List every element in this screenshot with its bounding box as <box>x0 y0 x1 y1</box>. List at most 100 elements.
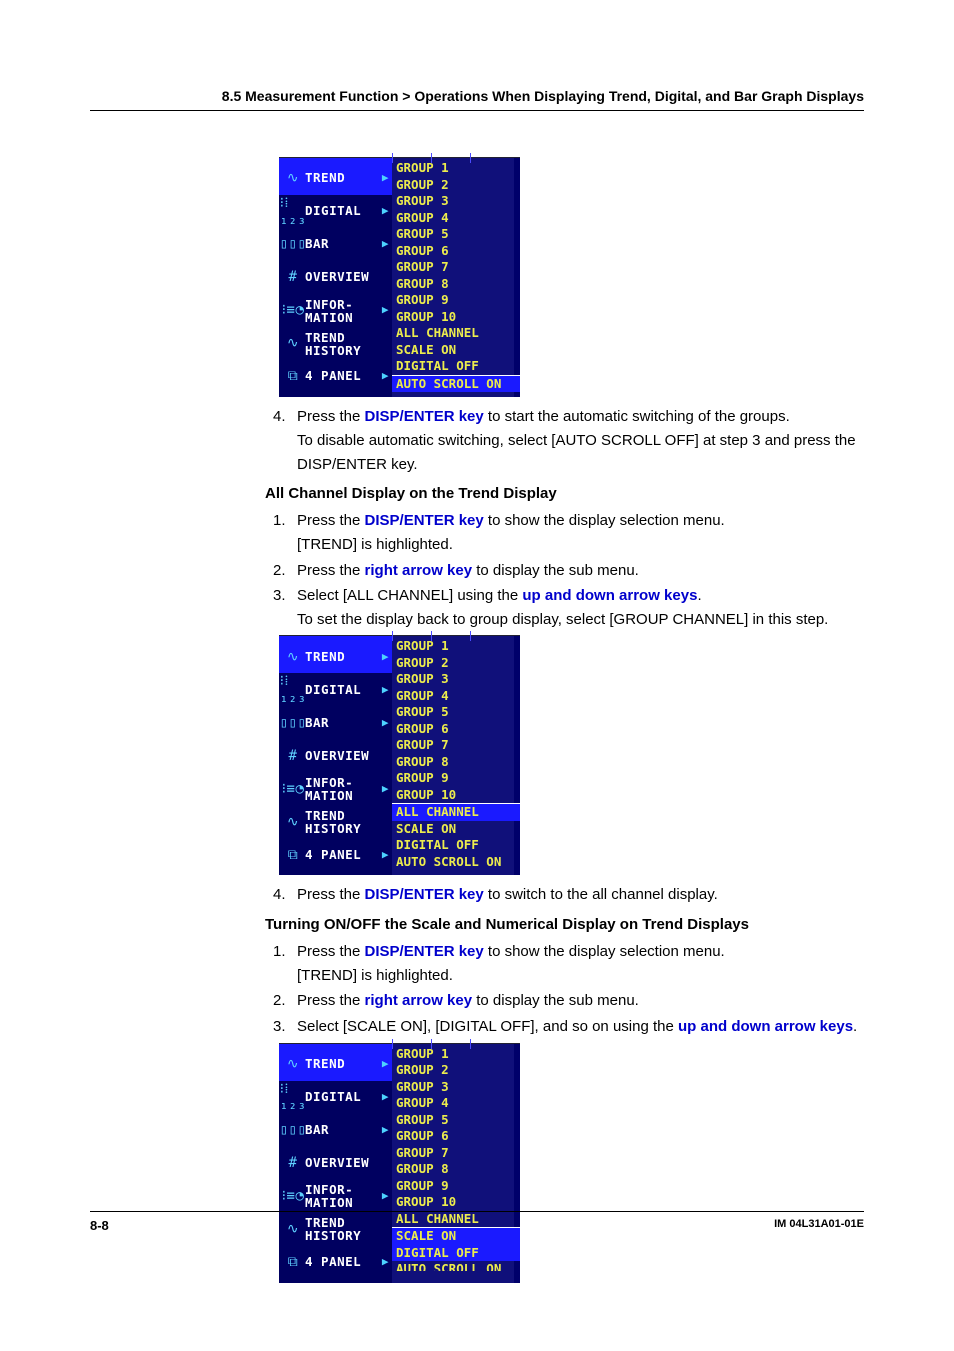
menu-right-item: GROUP 6 <box>396 243 516 260</box>
menu-left-label: 4 PANEL <box>305 847 382 864</box>
menu-screenshot-auto-scroll: ∿TREND▶⁝⁞₁₂₃DIGITAL▶▯▯▯BAR▶#OVERVIEW⁝≡◔I… <box>279 157 520 397</box>
menu-left-label: BAR <box>305 715 382 732</box>
step-4-auto-scroll: 4. Press the DISP/ENTER key to start the… <box>265 405 864 428</box>
menu-right-item: GROUP 2 <box>396 655 516 672</box>
menu-icon: ▯▯▯ <box>281 1122 305 1139</box>
menu-right-item: AUTO SCROLL ON <box>396 854 516 871</box>
menu-right-item: AUTO SCROLL ON <box>392 375 520 393</box>
menu-left-label: OVERVIEW <box>305 1155 392 1172</box>
menu-screenshot-all-channel: ∿TREND▶⁝⁞₁₂₃DIGITAL▶▯▯▯BAR▶#OVERVIEW⁝≡◔I… <box>279 635 520 875</box>
menu-left-label: OVERVIEW <box>305 269 392 286</box>
menu-right-item: DIGITAL OFF <box>396 358 516 375</box>
menu-left-item: ⁝≡◔INFOR-MATION▶ <box>281 294 392 327</box>
menu-right-item: GROUP 10 <box>396 787 516 804</box>
menu-right-item: GROUP 5 <box>396 1112 516 1129</box>
menu-icon: ∿ <box>281 649 305 666</box>
heading-all-channel: All Channel Display on the Trend Display <box>90 482 864 505</box>
menu-left-item: ⁝⁞₁₂₃DIGITAL▶ <box>281 1081 392 1114</box>
submenu-arrow-icon: ▶ <box>382 302 392 319</box>
menu-left-label: INFOR-MATION <box>305 776 382 802</box>
menu-right-item: ALL CHANNEL <box>392 803 520 821</box>
menu-icon: # <box>281 1155 305 1172</box>
submenu-arrow-icon: ▶ <box>382 781 392 798</box>
menu-right-item: GROUP 10 <box>396 309 516 326</box>
menu-left-label: TREND <box>305 170 382 187</box>
menu-icon: ⁝≡◔ <box>281 781 305 798</box>
submenu-arrow-icon: ▶ <box>382 1089 392 1106</box>
menu-right-item: GROUP 10 <box>396 1194 516 1211</box>
step-b3: 3. Select [SCALE ON], [DIGITAL OFF], and… <box>265 1015 864 1038</box>
page-footer: 8-8 IM 04L31A01-01E <box>90 1211 864 1233</box>
page-number: 8-8 <box>90 1218 109 1233</box>
menu-left-item: ▯▯▯BAR▶ <box>281 1114 392 1147</box>
menu-right-item: GROUP 7 <box>396 1145 516 1162</box>
menu-left-item: ∿TREND▶ <box>279 1044 392 1081</box>
submenu-arrow-icon: ▶ <box>382 236 392 253</box>
step-a1: 1. Press the DISP/ENTER key to show the … <box>265 509 864 532</box>
menu-right-item: DIGITAL OFF <box>396 837 516 854</box>
menu-left-pane: ∿TREND▶⁝⁞₁₂₃DIGITAL▶▯▯▯BAR▶#OVERVIEW⁝≡◔I… <box>279 636 392 875</box>
menu-left-pane: ∿TREND▶⁝⁞₁₂₃DIGITAL▶▯▯▯BAR▶#OVERVIEW⁝≡◔I… <box>279 158 392 397</box>
menu-icon: ∿ <box>281 170 305 187</box>
menu-icon: # <box>281 269 305 286</box>
menu-right-item: ALL CHANNEL <box>396 325 516 342</box>
menu-right-item: GROUP 8 <box>396 754 516 771</box>
menu-icon: ⁝⁞₁₂₃ <box>281 195 305 228</box>
menu-left-item: ∿TRENDHISTORY <box>281 805 392 838</box>
menu-left-item: ⁝⁞₁₂₃DIGITAL▶ <box>281 673 392 706</box>
menu-right-item: GROUP 3 <box>396 1079 516 1096</box>
menu-left-label: 4 PANEL <box>305 1254 382 1271</box>
menu-left-item: #OVERVIEW <box>281 1147 392 1180</box>
up-down-arrow-keys: up and down arrow keys <box>678 1018 853 1035</box>
menu-right-item: GROUP 8 <box>396 1161 516 1178</box>
menu-left-item: ▯▯▯BAR▶ <box>281 228 392 261</box>
menu-screenshot-scale-on: ∿TREND▶⁝⁞₁₂₃DIGITAL▶▯▯▯BAR▶#OVERVIEW⁝≡◔I… <box>279 1043 520 1283</box>
menu-left-label: DIGITAL <box>305 1089 382 1106</box>
menu-icon: # <box>281 748 305 765</box>
menu-left-label: TREND <box>305 649 382 666</box>
menu-left-label: INFOR-MATION <box>305 298 382 324</box>
menu-icon: ⁝≡◔ <box>281 302 305 319</box>
body: ∿TREND▶⁝⁞₁₂₃DIGITAL▶▯▯▯BAR▶#OVERVIEW⁝≡◔I… <box>90 153 864 1289</box>
menu-icon: ⧉ <box>281 1254 305 1271</box>
menu-icon: ∿ <box>281 1056 305 1073</box>
submenu-arrow-icon: ▶ <box>382 847 392 864</box>
step-a1-note: [TREND] is highlighted. <box>265 533 864 556</box>
menu-right-item: GROUP 4 <box>396 210 516 227</box>
menu-left-item: #OVERVIEW <box>281 739 392 772</box>
step-a3-note: To set the display back to group display… <box>265 608 864 631</box>
menu-icon: ⁝≡◔ <box>281 1188 305 1205</box>
section-header: 8.5 Measurement Function > Operations Wh… <box>90 88 864 111</box>
menu-left-label: DIGITAL <box>305 203 382 220</box>
menu-left-item: #OVERVIEW <box>281 261 392 294</box>
disp-enter-key: DISP/ENTER key <box>365 408 484 425</box>
menu-right-pane: GROUP 1GROUP 2GROUP 3GROUP 4GROUP 5GROUP… <box>392 158 520 397</box>
submenu-arrow-icon: ▶ <box>382 1254 392 1271</box>
menu-right-item: GROUP 5 <box>396 226 516 243</box>
menu-left-item: ⁝⁞₁₂₃DIGITAL▶ <box>281 195 392 228</box>
menu-right-item: GROUP 6 <box>396 1128 516 1145</box>
menu-right-item: GROUP 2 <box>396 1062 516 1079</box>
menu-left-label: BAR <box>305 1122 382 1139</box>
menu-right-item: GROUP 3 <box>396 671 516 688</box>
menu-right-item: GROUP 3 <box>396 193 516 210</box>
menu-left-item: ∿TREND▶ <box>279 636 392 673</box>
submenu-arrow-icon: ▶ <box>382 1122 392 1139</box>
menu-right-item: GROUP 2 <box>396 177 516 194</box>
submenu-arrow-icon: ▶ <box>382 368 392 385</box>
menu-right-pane: GROUP 1GROUP 2GROUP 3GROUP 4GROUP 5GROUP… <box>392 1044 520 1283</box>
menu-right-item: GROUP 8 <box>396 276 516 293</box>
right-arrow-key: right arrow key <box>365 992 473 1009</box>
step-b1: 1. Press the DISP/ENTER key to show the … <box>265 940 864 963</box>
menu-left-label: BAR <box>305 236 382 253</box>
step-b2: 2. Press the right arrow key to display … <box>265 989 864 1012</box>
menu-left-item: ⧉4 PANEL▶ <box>281 360 392 393</box>
menu-right-item: GROUP 9 <box>396 770 516 787</box>
menu-right-item: GROUP 4 <box>396 1095 516 1112</box>
page: 8.5 Measurement Function > Operations Wh… <box>0 0 954 1351</box>
menu-right-item: GROUP 7 <box>396 737 516 754</box>
heading-scale-digital: Turning ON/OFF the Scale and Numerical D… <box>90 913 864 936</box>
menu-icon: ⁝⁞₁₂₃ <box>281 673 305 706</box>
step-a4: 4. Press the DISP/ENTER key to switch to… <box>265 883 864 906</box>
menu-right-item: AUTO SCROLL ON <box>396 1261 516 1271</box>
